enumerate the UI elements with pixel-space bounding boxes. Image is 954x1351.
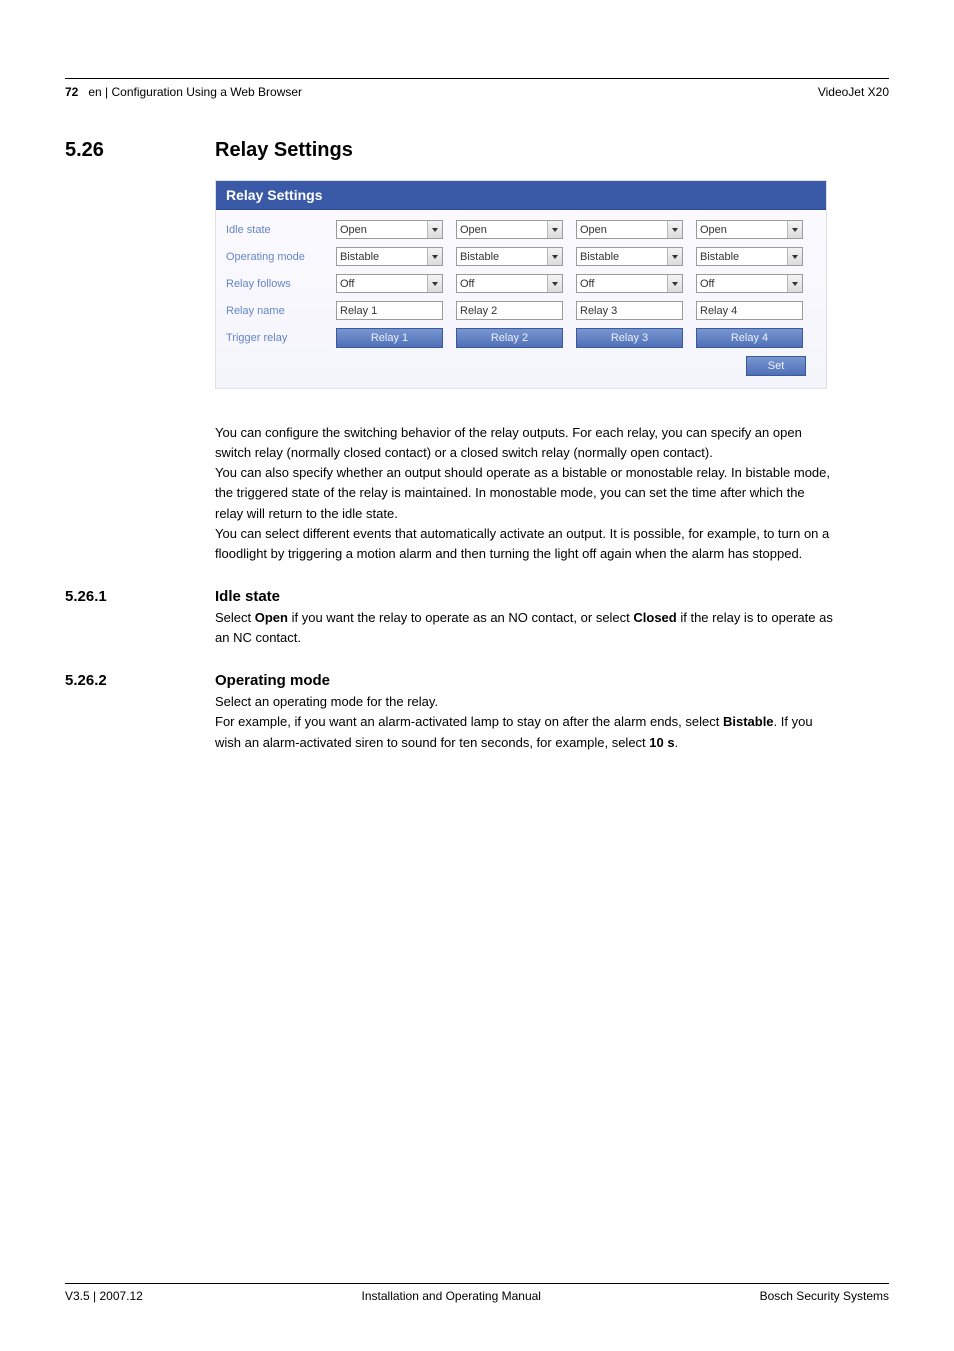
subsection-number-1: 5.26.1 <box>65 588 215 648</box>
operating-mode-value-1: Bistable <box>340 251 379 263</box>
row-relay-name: Relay name Relay 1 Relay 2 Relay 3 Relay… <box>226 301 816 320</box>
header-divider <box>65 78 889 79</box>
idle-state-select-1[interactable]: Open <box>336 220 443 239</box>
chevron-down-icon <box>667 221 682 238</box>
relay-name-value-1: Relay 1 <box>340 305 377 317</box>
set-button[interactable]: Set <box>746 356 806 376</box>
label-relay-follows: Relay follows <box>226 278 336 290</box>
relay-name-value-3: Relay 3 <box>580 305 617 317</box>
header-left-text: en | Configuration Using a Web Browser <box>88 85 302 99</box>
chevron-down-icon <box>427 275 442 292</box>
idle-state-value-1: Open <box>340 224 367 236</box>
panel-title: Relay Settings <box>216 181 826 210</box>
page-number: 72 <box>65 85 78 99</box>
section-number: 5.26 <box>65 139 215 162</box>
relay-follows-select-4[interactable]: Off <box>696 274 803 293</box>
section-title: Relay Settings <box>215 139 353 162</box>
row-operating-mode: Operating mode Bistable Bistable Bistabl… <box>226 247 816 266</box>
subsection-body-1: Select Open if you want the relay to ope… <box>215 608 835 648</box>
idle-state-value-4: Open <box>700 224 727 236</box>
subsection-number-2: 5.26.2 <box>65 672 215 752</box>
relay-follows-value-4: Off <box>700 278 714 290</box>
body-text: You can configure the switching behavior… <box>215 423 835 564</box>
relay-follows-value-3: Off <box>580 278 594 290</box>
chevron-down-icon <box>547 221 562 238</box>
relay-follows-value-1: Off <box>340 278 354 290</box>
subsection-title-1: Idle state <box>215 588 835 605</box>
footer-right: Bosch Security Systems <box>760 1289 889 1303</box>
chevron-down-icon <box>547 248 562 265</box>
footer-left: V3.5 | 2007.12 <box>65 1289 143 1303</box>
operating-mode-select-3[interactable]: Bistable <box>576 247 683 266</box>
chevron-down-icon <box>427 248 442 265</box>
header-right-text: VideoJet X20 <box>818 85 889 99</box>
relay-name-input-1[interactable]: Relay 1 <box>336 301 443 320</box>
subsection-title-2: Operating mode <box>215 672 835 689</box>
idle-state-select-3[interactable]: Open <box>576 220 683 239</box>
chevron-down-icon <box>667 275 682 292</box>
chevron-down-icon <box>427 221 442 238</box>
label-relay-name: Relay name <box>226 305 336 317</box>
row-idle-state: Idle state Open Open Open Open <box>226 220 816 239</box>
relay-follows-select-1[interactable]: Off <box>336 274 443 293</box>
operating-mode-select-4[interactable]: Bistable <box>696 247 803 266</box>
trigger-relay-button-2[interactable]: Relay 2 <box>456 328 563 348</box>
relay-follows-select-2[interactable]: Off <box>456 274 563 293</box>
idle-state-select-4[interactable]: Open <box>696 220 803 239</box>
footer-divider <box>65 1283 889 1284</box>
footer-center: Installation and Operating Manual <box>362 1289 541 1303</box>
operating-mode-select-2[interactable]: Bistable <box>456 247 563 266</box>
paragraph-1: You can configure the switching behavior… <box>215 423 835 463</box>
operating-mode-select-1[interactable]: Bistable <box>336 247 443 266</box>
chevron-down-icon <box>667 248 682 265</box>
chevron-down-icon <box>787 248 802 265</box>
chevron-down-icon <box>787 275 802 292</box>
idle-state-value-3: Open <box>580 224 607 236</box>
chevron-down-icon <box>547 275 562 292</box>
relay-name-value-2: Relay 2 <box>460 305 497 317</box>
subsection-body-2: Select an operating mode for the relay. … <box>215 692 835 752</box>
label-trigger-relay: Trigger relay <box>226 332 336 344</box>
relay-settings-panel: Relay Settings Idle state Open Open Open… <box>215 180 827 389</box>
chevron-down-icon <box>787 221 802 238</box>
relay-name-value-4: Relay 4 <box>700 305 737 317</box>
operating-mode-value-2: Bistable <box>460 251 499 263</box>
relay-follows-select-3[interactable]: Off <box>576 274 683 293</box>
trigger-relay-button-3[interactable]: Relay 3 <box>576 328 683 348</box>
operating-mode-value-4: Bistable <box>700 251 739 263</box>
paragraph-2: You can also specify whether an output s… <box>215 463 835 523</box>
relay-name-input-2[interactable]: Relay 2 <box>456 301 563 320</box>
trigger-relay-button-1[interactable]: Relay 1 <box>336 328 443 348</box>
row-trigger-relay: Trigger relay Relay 1 Relay 2 Relay 3 Re… <box>226 328 816 348</box>
operating-mode-value-3: Bistable <box>580 251 619 263</box>
label-operating-mode: Operating mode <box>226 251 336 263</box>
relay-name-input-4[interactable]: Relay 4 <box>696 301 803 320</box>
label-idle-state: Idle state <box>226 224 336 236</box>
header: 72 en | Configuration Using a Web Browse… <box>65 85 889 99</box>
trigger-relay-button-4[interactable]: Relay 4 <box>696 328 803 348</box>
paragraph-3: You can select different events that aut… <box>215 524 835 564</box>
idle-state-value-2: Open <box>460 224 487 236</box>
footer: V3.5 | 2007.12 Installation and Operatin… <box>65 1283 889 1303</box>
relay-name-input-3[interactable]: Relay 3 <box>576 301 683 320</box>
idle-state-select-2[interactable]: Open <box>456 220 563 239</box>
row-relay-follows: Relay follows Off Off Off Off <box>226 274 816 293</box>
relay-follows-value-2: Off <box>460 278 474 290</box>
